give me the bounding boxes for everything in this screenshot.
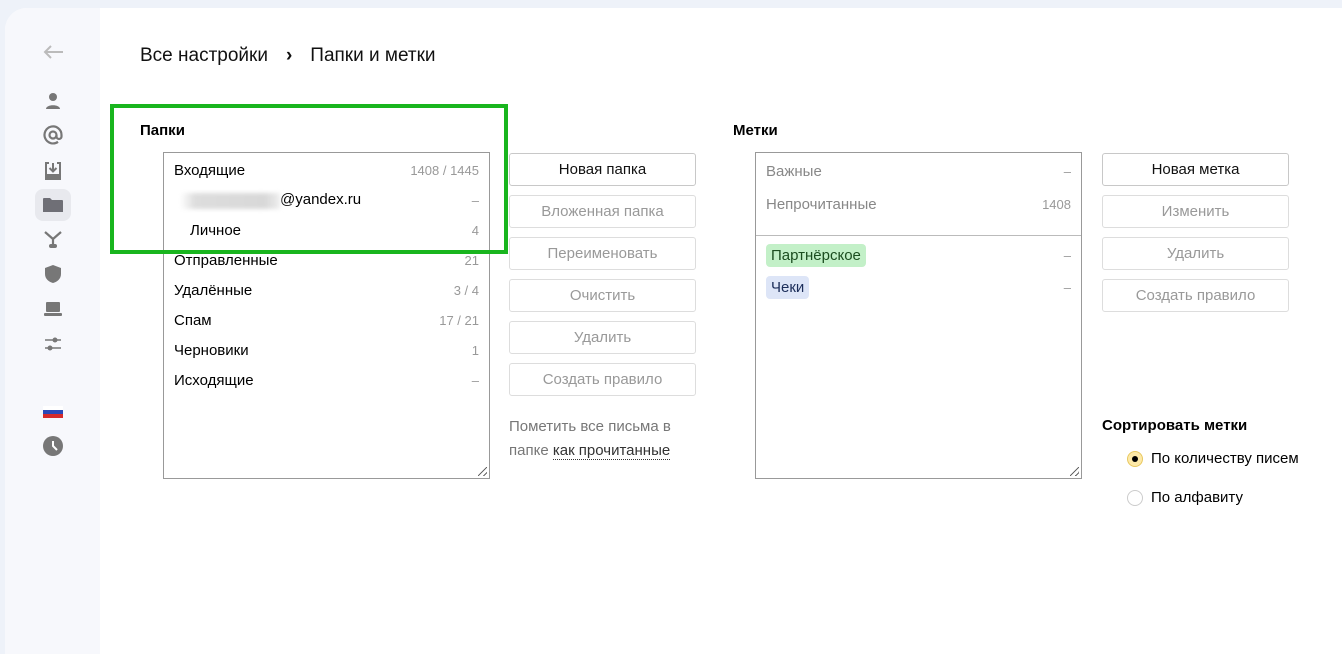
sort-by-count-radio[interactable]: По количеству писем bbox=[1127, 450, 1299, 467]
label-row[interactable]: Чеки – bbox=[766, 272, 1071, 302]
label-count: – bbox=[1063, 279, 1071, 295]
laptop-icon[interactable] bbox=[35, 293, 71, 325]
folder-name: Исходящие bbox=[174, 371, 254, 389]
breadcrumb: Все настройки › Папки и метки bbox=[140, 45, 436, 67]
sort-labels-heading: Сортировать метки bbox=[1102, 417, 1248, 434]
folder-count: 21 bbox=[464, 252, 479, 268]
folder-count: 1 bbox=[471, 342, 479, 358]
folders-heading: Папки bbox=[140, 122, 185, 139]
radio-label: По количеству писем bbox=[1151, 450, 1299, 467]
label-tag: Чеки bbox=[766, 275, 810, 299]
sidebar bbox=[5, 8, 100, 654]
russian-flag-icon[interactable] bbox=[35, 396, 71, 428]
folder-row[interactable]: Черновики 1 bbox=[174, 335, 479, 365]
label-row[interactable]: Важные – bbox=[766, 156, 1071, 186]
inbox-download-icon[interactable] bbox=[35, 155, 71, 187]
folder-name: Входящие bbox=[174, 161, 246, 179]
folder-count: 4 bbox=[471, 222, 479, 238]
label-create-rule-button[interactable]: Создать правило bbox=[1102, 279, 1289, 312]
filter-branch-icon[interactable] bbox=[35, 223, 71, 255]
divider bbox=[756, 235, 1081, 236]
delete-label-button[interactable]: Удалить bbox=[1102, 237, 1289, 270]
mark-read-link[interactable]: как прочитанные bbox=[552, 442, 671, 460]
folder-name: Черновики bbox=[174, 341, 249, 359]
folder-name: Удалённые bbox=[174, 281, 253, 299]
blurred-text bbox=[180, 192, 280, 209]
folder-row[interactable]: @yandex.ru – bbox=[180, 185, 479, 215]
page-title: Папки и метки bbox=[310, 45, 436, 66]
clock-icon[interactable] bbox=[35, 430, 71, 462]
breadcrumb-separator: › bbox=[285, 45, 293, 66]
folder-row[interactable]: Входящие 1408 / 1445 bbox=[174, 155, 479, 185]
radio-unchecked[interactable] bbox=[1127, 489, 1143, 506]
folder-icon[interactable] bbox=[35, 189, 71, 221]
sliders-icon[interactable] bbox=[35, 328, 71, 360]
folder-name: @yandex.ru bbox=[280, 191, 362, 209]
label-count: – bbox=[1063, 163, 1071, 179]
label-tag: Партнёрское bbox=[766, 243, 866, 267]
folder-row[interactable]: Личное 4 bbox=[190, 215, 479, 245]
mark-read-text: Пометить все письма в папке как прочитан… bbox=[509, 415, 704, 463]
labels-list[interactable]: Важные – Непрочитанные 1408 Партнёрское – Ч… bbox=[755, 152, 1082, 479]
folder-count: – bbox=[471, 372, 479, 388]
folder-row[interactable]: Исходящие – bbox=[174, 365, 479, 395]
label-name: Непрочитанные bbox=[766, 195, 877, 213]
resize-handle[interactable] bbox=[1070, 467, 1079, 476]
settings-card: Все настройки › Папки и метки Папки Вход… bbox=[5, 8, 1342, 654]
person-icon[interactable] bbox=[35, 85, 71, 117]
folder-row[interactable]: Отправленные 21 bbox=[174, 245, 479, 275]
label-row[interactable]: Непрочитанные 1408 bbox=[766, 189, 1071, 219]
breadcrumb-root[interactable]: Все настройки bbox=[140, 45, 268, 67]
clear-button[interactable]: Очистить bbox=[509, 279, 696, 312]
edit-label-button[interactable]: Изменить bbox=[1102, 195, 1289, 228]
folder-row[interactable]: Удалённые 3 / 4 bbox=[174, 275, 479, 305]
folder-count: – bbox=[471, 192, 479, 208]
label-count: – bbox=[1063, 247, 1071, 263]
rename-button[interactable]: Переименовать bbox=[509, 237, 696, 270]
labels-heading: Метки bbox=[733, 122, 778, 139]
at-icon[interactable] bbox=[35, 119, 71, 151]
radio-checked[interactable] bbox=[1127, 450, 1143, 467]
radio-label: По алфавиту bbox=[1151, 489, 1243, 506]
create-rule-button[interactable]: Создать правило bbox=[509, 363, 696, 396]
shield-icon[interactable] bbox=[35, 258, 71, 290]
resize-handle[interactable] bbox=[478, 467, 487, 476]
folder-count: 17 / 21 bbox=[439, 312, 479, 328]
folder-name: Личное bbox=[190, 221, 242, 239]
delete-folder-button[interactable]: Удалить bbox=[509, 321, 696, 354]
label-count: 1408 bbox=[1042, 196, 1071, 212]
folder-name: Спам bbox=[174, 311, 212, 329]
folder-name: Отправленные bbox=[174, 251, 278, 269]
sort-alphabetical-radio[interactable]: По алфавиту bbox=[1127, 489, 1243, 506]
subfolder-button[interactable]: Вложенная папка bbox=[509, 195, 696, 228]
folders-list[interactable]: Входящие 1408 / 1445 @yandex.ru – Личное 4 … bbox=[163, 152, 490, 479]
new-folder-button[interactable]: Новая папка bbox=[509, 153, 696, 186]
label-row[interactable]: Партнёрское – bbox=[766, 240, 1071, 270]
folder-name-wrap: @yandex.ru bbox=[180, 191, 362, 209]
folder-row[interactable]: Спам 17 / 21 bbox=[174, 305, 479, 335]
folder-count: 3 / 4 bbox=[453, 282, 479, 298]
new-label-button[interactable]: Новая метка bbox=[1102, 153, 1289, 186]
folder-count: 1408 / 1445 bbox=[410, 162, 479, 178]
back-icon[interactable] bbox=[35, 36, 71, 68]
label-name: Важные bbox=[766, 162, 822, 180]
